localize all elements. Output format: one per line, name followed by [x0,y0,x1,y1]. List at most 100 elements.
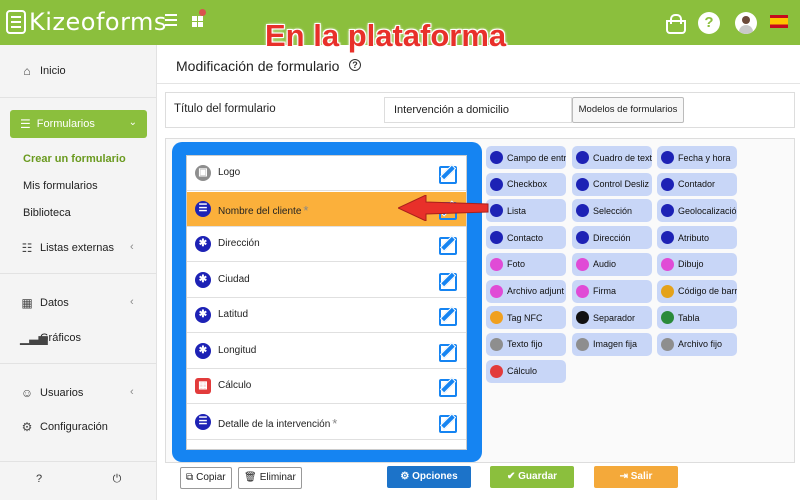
copy-button[interactable]: ⧉ Copiar [180,467,232,489]
gear-icon: ⚙ [400,471,413,482]
field-type-icon [661,337,674,351]
delete-button[interactable]: 🗑 Eliminar [238,467,302,489]
palette-item[interactable]: Lista [486,199,566,223]
palette-item[interactable]: Tabla [657,306,737,330]
list-icon: ☰ [195,200,211,217]
question-circle-icon[interactable]: ? [349,59,361,71]
palette-item[interactable]: Cálculo [486,359,566,383]
sidebar-item-label: Listas externas [40,242,114,254]
form-title-input[interactable]: Intervención a domicilio [384,97,572,123]
palette-item[interactable]: Archivo adjunt [486,279,566,303]
edit-icon[interactable] [438,234,458,255]
palette-item[interactable]: Audio [572,252,652,276]
sidebar-item-formularios[interactable]: ☰ Formularios ⌄ [10,110,147,138]
divider [0,461,157,462]
sidebar: ⌂ Inicio ☰ Formularios ⌄ Crear un formul… [0,45,157,500]
sidebar-item-datos[interactable]: ▦ Datos [20,296,68,310]
sidebar-item-configuracion[interactable]: ⚙ Configuración [20,420,108,434]
field-label-text: Dirección [218,238,260,249]
field-row[interactable]: ✱ Dirección [187,227,466,262]
field-row[interactable]: ✱ Longitud [187,333,466,369]
palette-item-label: Archivo fijo [678,339,723,350]
field-type-icon [490,337,503,351]
edit-icon[interactable] [438,376,458,397]
edit-icon[interactable] [438,270,458,291]
palette-item[interactable]: Fecha y hora [657,146,737,169]
palette-item[interactable]: Archivo fijo [657,332,737,356]
sidebar-item-usuarios[interactable]: ☺ Usuarios [20,386,84,400]
palette-item[interactable]: Contacto [486,226,566,250]
copy-icon: ⧉ [186,472,194,483]
palette-item[interactable]: Cuadro de text [572,146,652,169]
help-circle-icon[interactable]: ? [33,473,45,485]
list-icon: ☷ [21,241,33,255]
chevron-left-icon: ‹ [130,386,134,398]
basket-icon[interactable] [664,12,686,34]
asterisk-icon: ✱ [195,236,211,252]
logo-icon [6,10,26,34]
sidebar-subitem-crear[interactable]: Crear un formulario [23,153,126,165]
chevron-left-icon: ‹ [130,296,134,308]
save-button[interactable]: ✔ Guardar [490,466,574,488]
edit-icon[interactable] [438,163,458,184]
palette-item[interactable]: Geolocalizació [657,199,737,223]
field-row[interactable]: ☰ Detalle de la intervención * [187,404,466,440]
sidebar-item-label: Inicio [40,65,66,77]
field-type-icon [576,311,589,325]
palette-item[interactable]: Separador [572,306,652,330]
field-type-icon [661,177,674,191]
field-row[interactable]: ✱ Ciudad [187,262,466,298]
power-icon[interactable]: ⏻ [111,473,123,485]
palette-item[interactable]: Control Desliz [572,172,652,196]
sidebar-subitem-biblioteca[interactable]: Biblioteca [23,207,71,219]
apps-grid-icon[interactable] [192,14,206,28]
field-label: Nombre del cliente * [218,203,308,218]
kizeoforms-logo[interactable]: Kizeoforms [6,8,167,36]
field-label: Logo [218,167,240,178]
field-row[interactable]: ▣ Logo [187,156,466,191]
spain-flag-icon[interactable] [770,15,788,28]
palette-item[interactable]: Foto [486,252,566,276]
sidebar-item-graficos[interactable]: ▁▃▅ Gráficos [20,331,81,345]
palette-item[interactable]: Tag NFC [486,306,566,330]
form-models-button[interactable]: Modelos de formularios [572,97,684,123]
field-type-icon [661,151,674,164]
form-title-row: Título del formulario Intervención a dom… [165,92,795,128]
options-button[interactable]: ⚙ Opciones [387,466,471,488]
exit-button[interactable]: ⇥ Salir [594,466,678,488]
edit-icon[interactable] [438,341,458,362]
palette-item[interactable]: Código de barr [657,279,737,303]
sidebar-item-label: Formularios [36,118,95,130]
palette-item[interactable]: Checkbox [486,172,566,196]
palette-item-label: Dibujo [678,259,704,270]
sidebar-subitem-mis-formularios[interactable]: Mis formularios [23,180,98,192]
palette-item[interactable]: Dirección [572,226,652,250]
sidebar-item-listas[interactable]: ☷ Listas externas [20,241,114,255]
palette-item-label: Lista [507,205,527,216]
palette-item[interactable]: Contador [657,172,737,196]
palette-item-label: Firma [593,286,616,296]
options-button-label: Opciones [412,471,458,482]
palette-item-label: Cálculo [507,366,538,377]
edit-icon[interactable] [438,305,458,326]
palette-item[interactable]: Atributo [657,226,737,250]
palette-item[interactable]: Campo de entr [486,146,566,169]
palette-item[interactable]: Selección [572,199,652,223]
palette-item-label: Selección [593,205,633,216]
red-arrow-annotation [398,195,489,221]
field-type-icon [490,204,503,218]
help-icon[interactable]: ? [698,12,720,34]
field-label: Latitud [218,309,248,320]
edit-icon[interactable] [438,412,458,433]
palette-item[interactable]: Texto fijo [486,332,566,356]
palette-item[interactable]: Firma [572,279,652,303]
sidebar-item-inicio[interactable]: ⌂ Inicio [20,64,66,78]
palette-item-label: Archivo adjunt [507,286,565,296]
palette-item[interactable]: Imagen fija [572,332,652,356]
avatar[interactable] [735,12,757,34]
field-type-icon [490,151,503,164]
hamburger-menu-icon[interactable] [165,14,177,26]
field-row[interactable]: ▦ Cálculo [187,369,466,404]
field-row[interactable]: ✱ Latitud [187,298,466,333]
palette-item[interactable]: Dibujo [657,252,737,276]
